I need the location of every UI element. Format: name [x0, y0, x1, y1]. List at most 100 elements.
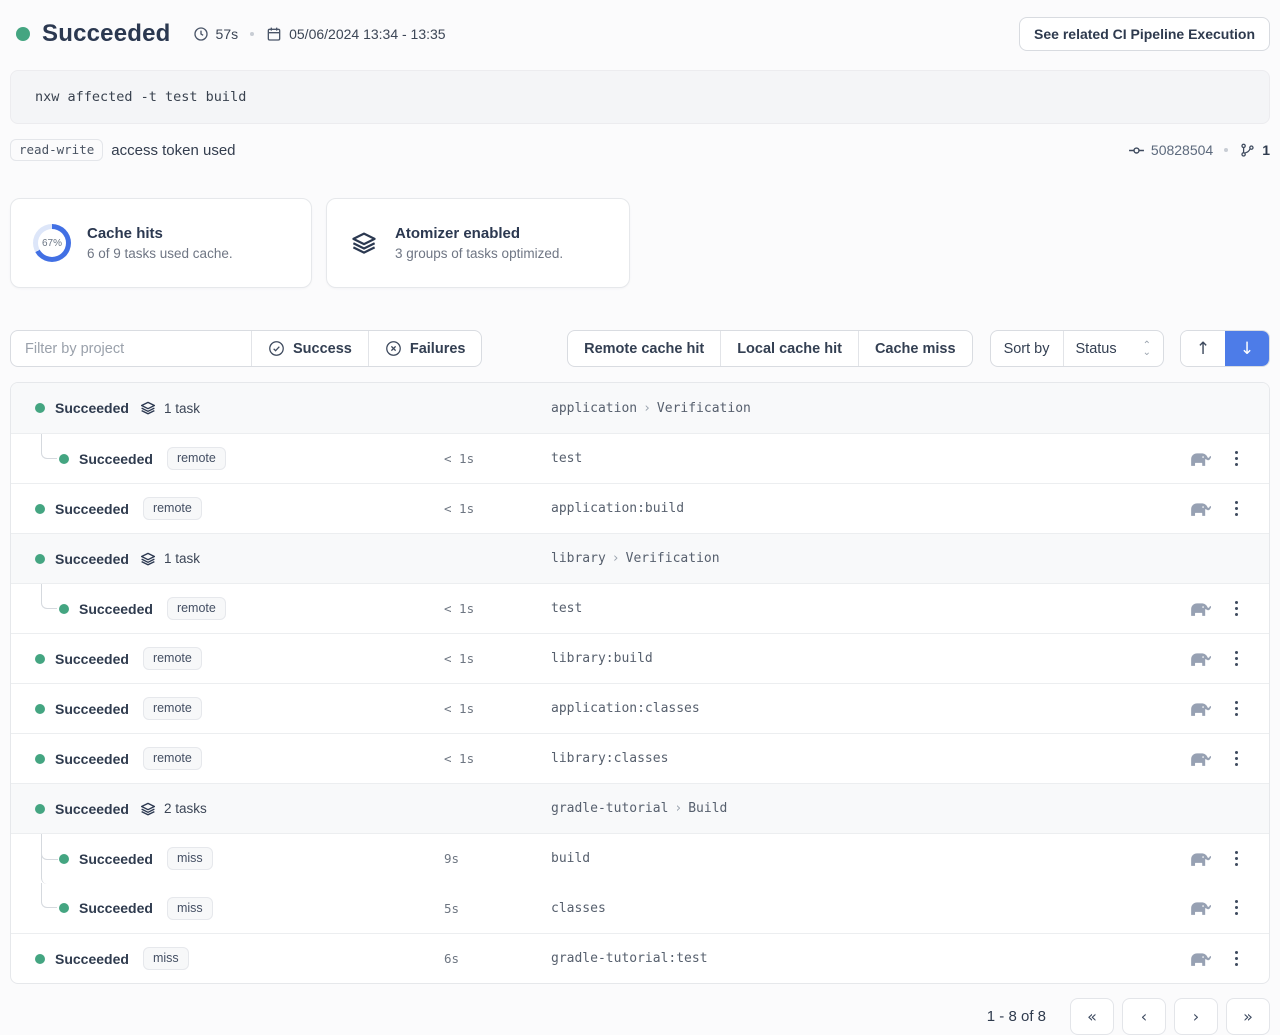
task-row[interactable]: Succeededmiss9sbuild [11, 833, 1269, 883]
task-duration: < 1s [444, 451, 474, 466]
status-dot [35, 754, 45, 764]
task-duration: < 1s [444, 601, 474, 616]
status-dot [35, 704, 45, 714]
group-row[interactable]: Succeeded1 taskapplication›Verification [11, 383, 1269, 433]
pagination: 1 - 8 of 8 « ‹ › » [10, 998, 1270, 1035]
first-page-button[interactable]: « [1070, 998, 1114, 1035]
gradle-icon [1187, 499, 1211, 518]
row-menu-button[interactable] [1232, 698, 1241, 719]
task-row[interactable]: Succeededmiss5sclasses [11, 883, 1269, 933]
check-circle-icon [268, 340, 285, 357]
task-duration: 9s [444, 851, 459, 866]
status-dot [35, 403, 45, 413]
project-filter-input[interactable] [11, 331, 251, 366]
status-dot [35, 654, 45, 664]
chevron-updown-icon: ⌃⌄ [1143, 342, 1151, 356]
group-row[interactable]: Succeeded1 tasklibrary›Verification [11, 533, 1269, 583]
task-row[interactable]: Succeededmiss6sgradle-tutorial:test [11, 933, 1269, 983]
row-menu-button[interactable] [1232, 448, 1241, 469]
success-filter-button[interactable]: Success [251, 331, 368, 366]
gradle-icon [1187, 699, 1211, 718]
cache-status-badge: remote [167, 597, 226, 620]
sort-by-label: Sort by [991, 331, 1064, 366]
row-menu-button[interactable] [1232, 748, 1241, 769]
tasks-icon [139, 399, 157, 417]
next-page-button[interactable]: › [1174, 998, 1218, 1035]
commit-id[interactable]: 50828504 [1151, 142, 1213, 158]
project-filter-group: Success Failures [10, 330, 482, 367]
task-duration: 5s [444, 901, 459, 916]
status-dot [16, 27, 30, 41]
failures-filter-label: Failures [410, 341, 466, 357]
cache-hits-title: Cache hits [87, 225, 233, 242]
gradle-icon [1187, 749, 1211, 768]
gradle-icon [1187, 449, 1211, 468]
row-menu-button[interactable] [1232, 598, 1241, 619]
branch-icon [1239, 142, 1256, 159]
task-list: Succeeded1 taskapplication›VerificationS… [10, 382, 1270, 984]
task-row[interactable]: Succeeded remote < 1s test [11, 583, 1269, 633]
token-row: read-write access token used 50828504 1 [10, 138, 1270, 162]
row-status-label: Succeeded [55, 651, 129, 667]
status-dot [59, 604, 69, 614]
task-name: gradle-tutorial:test [551, 951, 708, 966]
cache-status-badge: miss [143, 947, 189, 970]
gradle-icon [1187, 599, 1211, 618]
success-filter-label: Success [293, 341, 352, 357]
cache-status-badge: remote [143, 697, 202, 720]
status-dot [35, 954, 45, 964]
row-status-label: Succeeded [55, 400, 129, 416]
status-dot [59, 454, 69, 464]
branch-count: 1 [1262, 142, 1270, 158]
task-duration: < 1s [444, 501, 474, 516]
row-status-label: Succeeded [55, 801, 129, 817]
row-status-label: Succeeded [79, 601, 153, 617]
task-duration: < 1s [444, 651, 474, 666]
prev-page-button[interactable]: ‹ [1122, 998, 1166, 1035]
cache-status-badge: remote [143, 497, 202, 520]
tree-connector [41, 834, 57, 884]
group-row[interactable]: Succeeded2 tasksgradle-tutorial›Build [11, 783, 1269, 833]
task-row[interactable]: Succeededremote< 1slibrary:build [11, 633, 1269, 683]
page-title: Succeeded [42, 20, 171, 48]
x-circle-icon [385, 340, 402, 357]
row-menu-button[interactable] [1232, 948, 1241, 969]
task-row[interactable]: Succeededremote< 1sapplication:build [11, 483, 1269, 533]
remote-cache-hit-button[interactable]: Remote cache hit [568, 331, 720, 366]
task-row[interactable]: Succeededremote< 1stest [11, 433, 1269, 483]
task-duration: < 1s [444, 751, 474, 766]
cache-status-badge: miss [167, 897, 213, 920]
sort-ascending-button[interactable]: ↑ [1181, 331, 1225, 366]
local-cache-hit-button[interactable]: Local cache hit [720, 331, 858, 366]
row-status-label: Succeeded [79, 900, 153, 916]
sort-value: Status [1076, 341, 1117, 357]
sort-select[interactable]: Status ⌃⌄ [1064, 331, 1164, 366]
task-name: application:classes [551, 701, 700, 716]
failures-filter-button[interactable]: Failures [368, 331, 482, 366]
cache-status-badge: remote [143, 647, 202, 670]
sort-direction-toggle: ↑ ↓ [1180, 330, 1270, 367]
tasks-icon [139, 550, 157, 568]
row-menu-button[interactable] [1232, 498, 1241, 519]
commit-icon [1128, 142, 1145, 159]
last-page-button[interactable]: » [1226, 998, 1270, 1035]
row-status-label: Succeeded [55, 501, 129, 517]
status-dot [59, 854, 69, 864]
tree-connector [41, 883, 57, 908]
task-count: 2 tasks [164, 801, 207, 816]
row-menu-button[interactable] [1232, 848, 1241, 869]
cache-filter-group: Remote cache hit Local cache hit Cache m… [567, 330, 972, 367]
cache-miss-button[interactable]: Cache miss [858, 331, 972, 366]
sort-descending-button[interactable]: ↓ [1225, 331, 1269, 366]
task-row[interactable]: Succeededremote< 1slibrary:classes [11, 733, 1269, 783]
related-pipeline-button[interactable]: See related CI Pipeline Execution [1019, 17, 1270, 51]
chevron-right-icon: › [668, 801, 688, 816]
row-status-label: Succeeded [55, 951, 129, 967]
row-menu-button[interactable] [1232, 897, 1241, 918]
task-row[interactable]: Succeededremote< 1sapplication:classes [11, 683, 1269, 733]
task-name: library:classes [551, 751, 668, 766]
gradle-icon [1187, 898, 1211, 917]
row-menu-button[interactable] [1232, 648, 1241, 669]
task-name: test [551, 601, 582, 616]
project-path: application›Verification [551, 401, 751, 416]
